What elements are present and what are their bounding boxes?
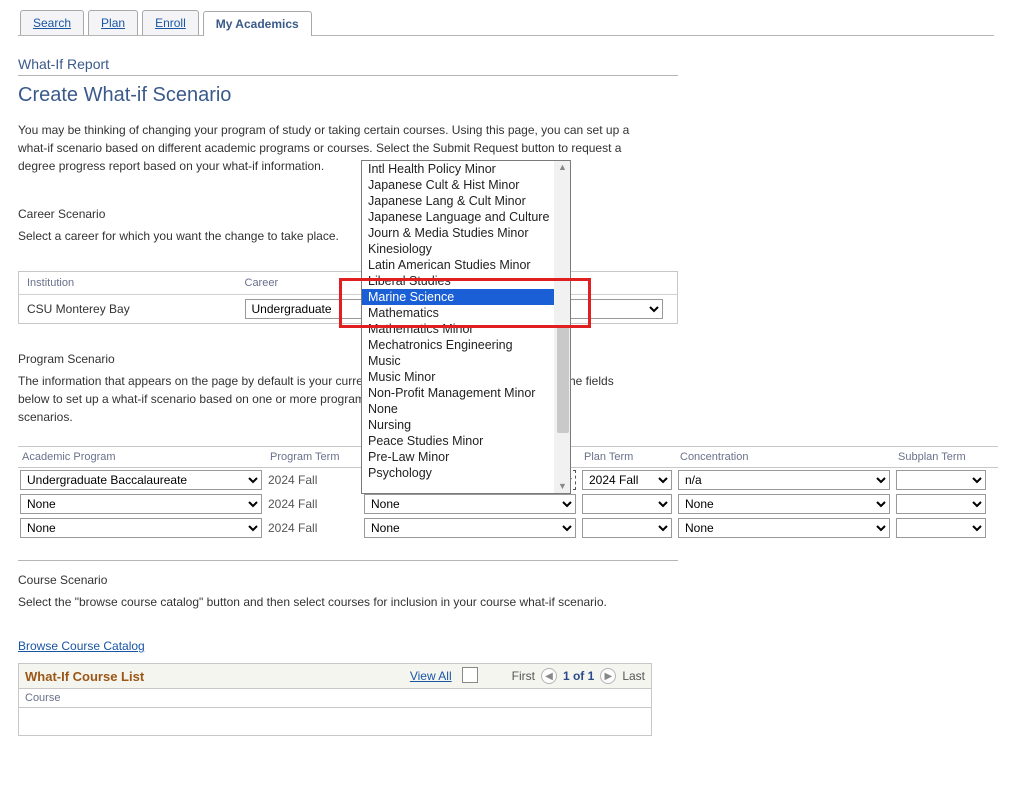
area-of-study-dropdown[interactable]: Intl Health Policy MinorJapanese Cult & … bbox=[361, 160, 571, 494]
plan-term-select[interactable]: 2024 Fall bbox=[582, 470, 672, 490]
dropdown-option[interactable]: Japanese Cult & Hist Minor bbox=[362, 177, 570, 193]
page-title: Create What-if Scenario bbox=[18, 84, 994, 107]
dropdown-option[interactable]: Japanese Lang & Cult Minor bbox=[362, 193, 570, 209]
concentration-select[interactable]: None bbox=[678, 494, 890, 514]
area-of-study-select[interactable]: None bbox=[364, 494, 576, 514]
academic-program-select[interactable]: Undergraduate Baccalaureate bbox=[20, 470, 262, 490]
col-academic-program: Academic Program bbox=[18, 447, 266, 468]
col-institution: Institution bbox=[19, 272, 237, 295]
dropdown-option[interactable]: Pre-Law Minor bbox=[362, 449, 570, 465]
tab-search[interactable]: Search bbox=[20, 10, 84, 35]
course-scenario-title: Course Scenario bbox=[18, 573, 994, 587]
pager-next-icon[interactable]: ▶ bbox=[600, 668, 616, 684]
plan-term-select[interactable] bbox=[582, 518, 672, 538]
table-row: None 2024 Fall None None bbox=[18, 492, 998, 516]
scrollbar-thumb[interactable] bbox=[557, 325, 569, 433]
dropdown-option[interactable]: Latin American Studies Minor bbox=[362, 257, 570, 273]
dropdown-option[interactable]: Liberal Studies bbox=[362, 273, 570, 289]
academic-program-select[interactable]: None bbox=[20, 518, 262, 538]
concentration-select[interactable]: n/a bbox=[678, 470, 890, 490]
program-term-value: 2024 Fall bbox=[266, 516, 362, 540]
career-table: Institution Career Catalog Year CSU Mont… bbox=[18, 271, 678, 324]
col-subplan-term: Subplan Term bbox=[894, 447, 998, 468]
dropdown-option[interactable]: Japanese Language and Culture bbox=[362, 209, 570, 225]
course-column-header: Course bbox=[18, 689, 652, 708]
dropdown-scrollbar[interactable]: ▲ ▼ bbox=[554, 161, 570, 493]
scroll-up-icon[interactable]: ▲ bbox=[558, 163, 567, 172]
subplan-term-select[interactable] bbox=[896, 470, 986, 490]
dropdown-option[interactable]: Music bbox=[362, 353, 570, 369]
dropdown-option[interactable]: None bbox=[362, 401, 570, 417]
course-scenario-text: Select the "browse course catalog" butto… bbox=[18, 593, 618, 611]
institution-value: CSU Monterey Bay bbox=[19, 295, 237, 324]
dropdown-option[interactable]: Nursing bbox=[362, 417, 570, 433]
dropdown-option[interactable]: Non-Profit Management Minor bbox=[362, 385, 570, 401]
pager-position: 1 of 1 bbox=[563, 669, 594, 683]
col-concentration: Concentration bbox=[676, 447, 894, 468]
academic-program-select[interactable]: None bbox=[20, 494, 262, 514]
dropdown-option[interactable]: Mathematics bbox=[362, 305, 570, 321]
area-of-study-select[interactable]: None bbox=[364, 518, 576, 538]
popout-icon[interactable] bbox=[462, 669, 476, 683]
dropdown-option[interactable]: Intl Health Policy Minor bbox=[362, 161, 570, 177]
subplan-term-select[interactable] bbox=[896, 494, 986, 514]
dropdown-option[interactable]: Journ & Media Studies Minor bbox=[362, 225, 570, 241]
dropdown-option[interactable]: Marine Science bbox=[362, 289, 570, 305]
tab-plan[interactable]: Plan bbox=[88, 10, 138, 35]
dropdown-option[interactable]: Kinesiology bbox=[362, 241, 570, 257]
col-plan-term: Plan Term bbox=[580, 447, 676, 468]
table-row: None 2024 Fall None None bbox=[18, 516, 998, 540]
pager-prev-icon[interactable]: ◀ bbox=[541, 668, 557, 684]
dropdown-option[interactable]: Mathematics Minor bbox=[362, 321, 570, 337]
col-program-term: Program Term bbox=[266, 447, 362, 468]
concentration-select[interactable]: None bbox=[678, 518, 890, 538]
browse-course-catalog-link[interactable]: Browse Course Catalog bbox=[18, 639, 145, 653]
plan-term-select[interactable] bbox=[582, 494, 672, 514]
section-title: What-If Report bbox=[18, 56, 678, 76]
program-term-value: 2024 Fall bbox=[266, 468, 362, 493]
dropdown-option[interactable]: Peace Studies Minor bbox=[362, 433, 570, 449]
tab-enroll[interactable]: Enroll bbox=[142, 10, 199, 35]
dropdown-option[interactable]: Psychology bbox=[362, 465, 570, 481]
course-row-empty bbox=[18, 708, 652, 736]
subplan-term-select[interactable] bbox=[896, 518, 986, 538]
course-list-bar: What-If Course List View All First ◀ 1 o… bbox=[18, 663, 652, 689]
divider bbox=[18, 560, 678, 561]
dropdown-option[interactable]: Mechatronics Engineering bbox=[362, 337, 570, 353]
scroll-down-icon[interactable]: ▼ bbox=[558, 482, 567, 491]
pager-first[interactable]: First bbox=[512, 669, 535, 683]
program-term-value: 2024 Fall bbox=[266, 492, 362, 516]
course-list-title: What-If Course List bbox=[25, 669, 410, 684]
view-all-link[interactable]: View All bbox=[410, 669, 452, 683]
dropdown-option[interactable]: Music Minor bbox=[362, 369, 570, 385]
pager-last[interactable]: Last bbox=[622, 669, 645, 683]
tab-my-academics[interactable]: My Academics bbox=[203, 11, 312, 36]
main-tabs: Search Plan Enroll My Academics bbox=[18, 10, 994, 36]
